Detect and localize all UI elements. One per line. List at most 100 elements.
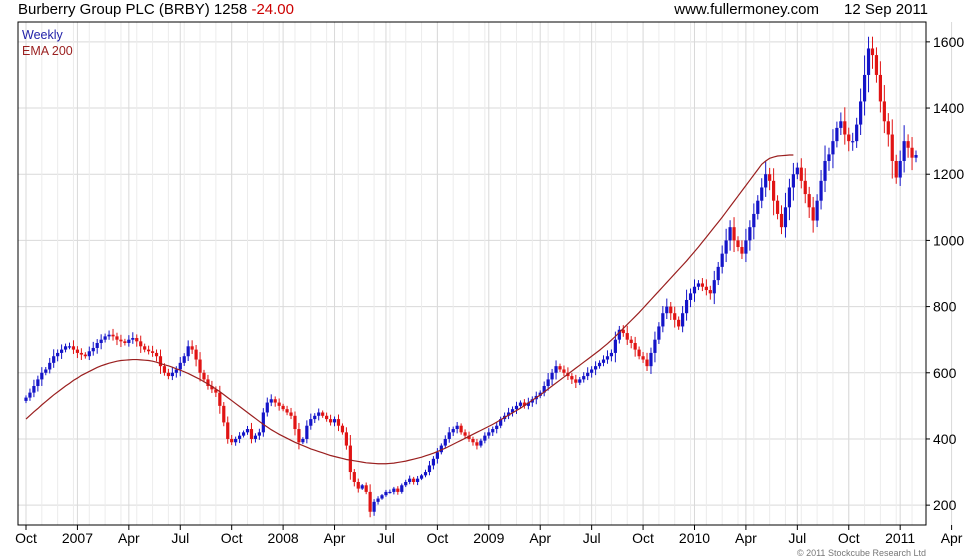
candle-body [222,405,226,423]
candle-body [558,366,562,370]
candle [368,484,372,518]
candle-body [443,438,447,446]
candle [427,460,432,476]
candle-body [392,488,396,492]
candle [336,414,341,432]
candle-body [309,419,313,426]
candle [799,158,803,189]
candle-body [807,194,811,208]
candle-body [582,376,586,380]
y-tick-label: 1400 [933,100,964,116]
candle-body [388,491,392,494]
candle-body [147,349,151,352]
candle [123,338,127,346]
candle-body [704,286,708,291]
candle [297,422,301,450]
candle-body [139,341,143,347]
security-name: Burberry Group PLC (BRBY) [18,1,210,18]
candle [328,414,333,426]
candle-body [198,359,202,373]
candle [423,469,428,478]
candle-body [768,174,772,181]
x-tick-label: Jul [377,530,395,546]
y-tick-label: 1600 [933,34,964,50]
candle-body [546,379,550,387]
ema-200-line [25,154,794,465]
candle [249,422,254,444]
candle-body [870,48,875,56]
candle [894,154,898,184]
candle [67,342,72,350]
candle-body [241,432,246,436]
candle-body [273,399,277,403]
candle [586,367,590,381]
candle [657,322,661,344]
candle-body [890,134,894,161]
candle [166,368,170,380]
candle [344,427,348,450]
candle [783,192,788,238]
candle-body [321,412,325,416]
candle-body [518,402,523,406]
candle [451,426,455,436]
candle [238,432,242,444]
candle-body [562,369,566,373]
candle-body [720,253,724,267]
candle-body [586,372,590,377]
candle-body [111,334,115,337]
candle [851,132,855,151]
candle [226,416,230,444]
candle [898,150,902,186]
x-tick-label: Oct [221,530,243,546]
candle-body [811,207,815,221]
candle [348,435,352,480]
candle-body [384,491,388,496]
x-tick-label: Oct [426,530,448,546]
y-tick-label: 200 [933,497,957,513]
y-axis-labels: 200 400 600 800 1000 1200 1400 1600 [926,34,964,513]
candle [150,345,155,357]
candle-body [99,339,103,343]
candle-body [257,432,261,436]
candle [182,353,186,366]
x-tick-label: Oct [632,530,654,546]
candle-body [756,200,760,214]
candle [416,475,420,486]
candle-body [906,141,910,148]
candle [135,334,139,347]
candle [748,220,752,251]
candle [400,483,404,494]
candle-body [218,392,222,406]
candle [218,385,222,414]
candle-body [657,326,661,340]
chart-grid [18,22,953,525]
candle [708,285,712,300]
candle-body [238,435,242,439]
candle [317,408,321,421]
candle [645,352,649,371]
candle-body [150,351,155,353]
x-tick-label: Apr [941,530,963,546]
candle [882,85,886,134]
candle-body [396,488,400,492]
candle [412,476,416,485]
candle [843,107,847,145]
candle-body [669,306,673,314]
candle [819,169,823,210]
candle-body [174,369,178,373]
candle-body [894,160,898,178]
candle [253,433,258,443]
candle-body [281,405,285,410]
candle-body [79,352,83,355]
candle [582,372,586,383]
candle-body [435,452,439,459]
candle [514,401,519,414]
candle [724,228,728,263]
candle-body [269,399,273,403]
candle [91,341,95,356]
candle [760,178,764,209]
website-link[interactable]: www.fullermoney.com [674,1,819,18]
candle-body [625,333,629,340]
candle-body [245,429,250,433]
candle-body [495,425,499,430]
